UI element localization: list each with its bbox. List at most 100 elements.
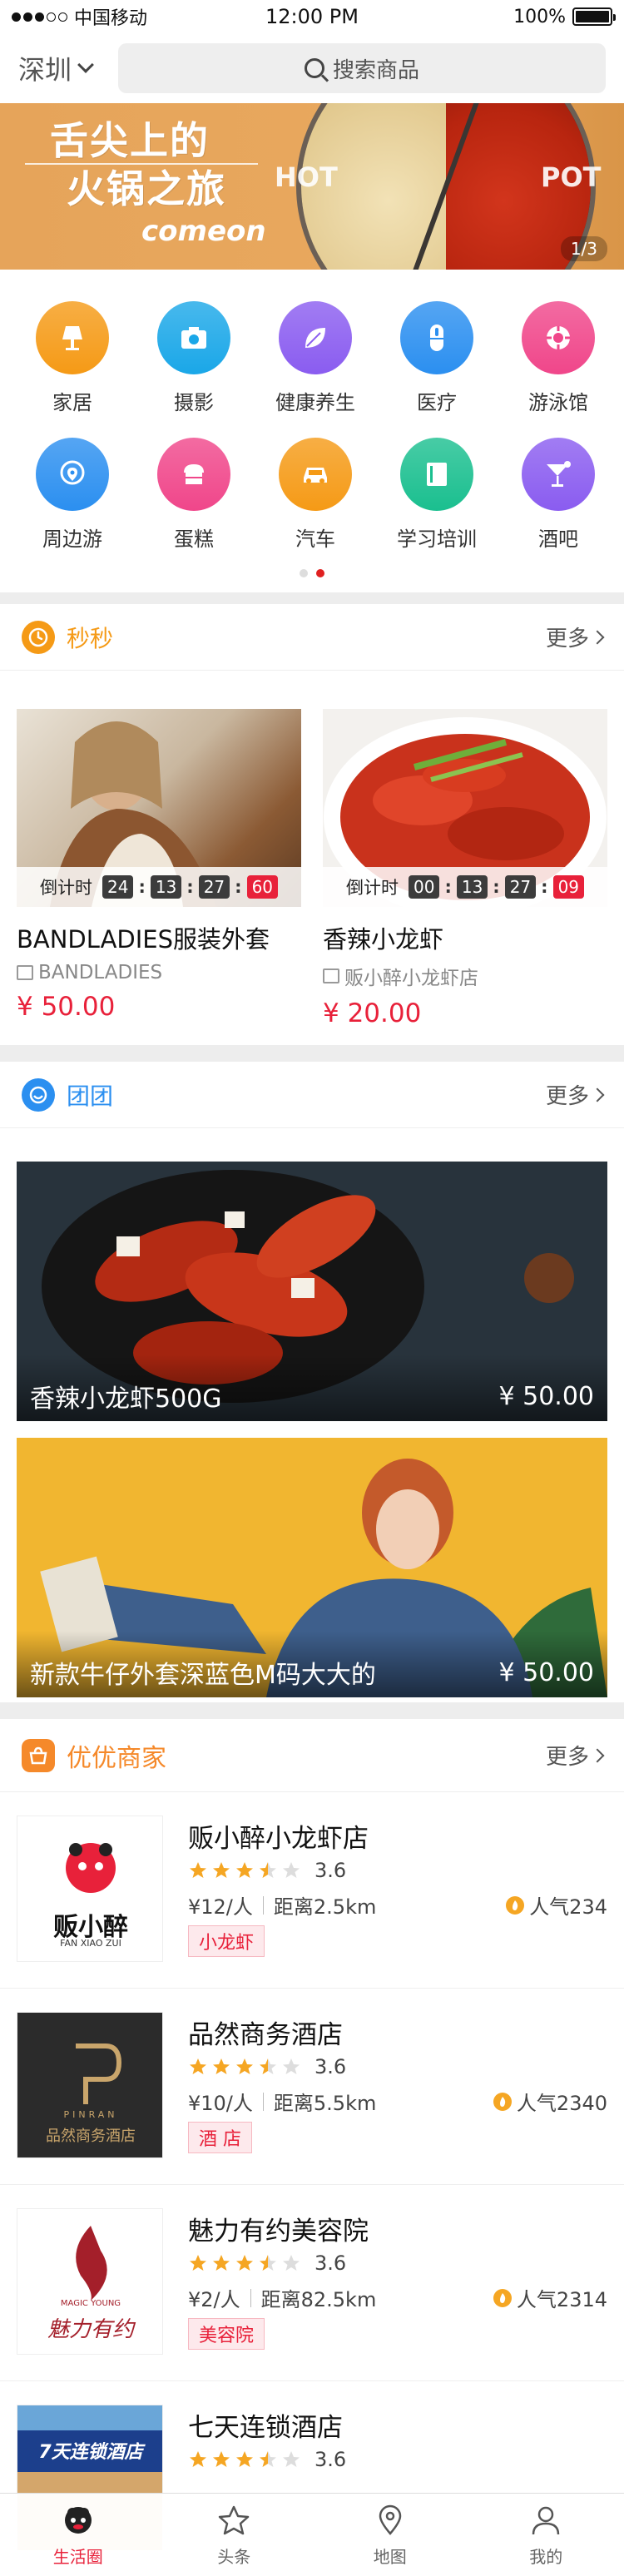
shop-name: BANDLADIES	[38, 962, 163, 983]
category-tag: 酒 店	[188, 2122, 252, 2153]
search-input[interactable]: 搜索商品	[118, 43, 606, 93]
status-time: 12:00 PM	[265, 5, 359, 28]
fire-icon	[493, 2288, 512, 2307]
more-label: 更多	[545, 1084, 589, 1109]
tab-label: 生活圈	[52, 2547, 103, 2567]
banner-en-right: POT	[541, 161, 602, 193]
book-icon	[400, 438, 473, 511]
car-icon	[279, 438, 352, 511]
tab-life-circle[interactable]: 生活圈	[0, 2494, 156, 2576]
popularity-count: 人气234	[529, 1895, 607, 1919]
merchants-section: 优优商家 更多 贩小醉 FAN XIAO ZUI 贩小醉小龙虾店 3.6 ¥12/人 距离…	[0, 1719, 624, 2576]
category-leaf[interactable]: 健康养生	[253, 301, 378, 434]
avg-price: ¥10/人	[188, 2092, 253, 2115]
sale-card[interactable]: 倒计时 00: 13: 27: 09 香辣小龙虾 贩小醉小龙虾店 ¥ 20.00	[323, 709, 607, 1028]
tab-map[interactable]: 地图	[312, 2494, 468, 2576]
merchant-name: 魅力有约美容院	[188, 2217, 369, 2247]
rating-stars: 3.6	[188, 1859, 346, 1882]
cake-icon	[157, 438, 230, 511]
category-cake[interactable]: 蛋糕	[131, 438, 256, 571]
group-buy-card[interactable]: 新款牛仔外套深蓝色M码大大的 ¥ 50.00	[17, 1438, 607, 1697]
category-label: 蛋糕	[174, 528, 214, 551]
signal-icon	[12, 12, 67, 22]
distance: 距离82.5km	[260, 2288, 377, 2311]
logo-text: 7天连锁酒店	[38, 2442, 143, 2463]
merchant-card[interactable]: 贩小醉 FAN XIAO ZUI 贩小醉小龙虾店 3.6 ¥12/人 距离2.5km 人气2…	[0, 1792, 624, 1989]
merchant-card[interactable]: MAGIC YOUNG 魅力有约 魅力有约美容院 3.6 ¥2/人 距离82.5km 人气2…	[0, 2185, 624, 2381]
category-tag: 美容院	[188, 2318, 265, 2350]
banner-page-counter: 1/3	[560, 236, 607, 261]
logo-text: 品然商务酒店	[46, 2128, 136, 2145]
group-item-price: ¥ 50.00	[498, 1657, 594, 1687]
city-selector[interactable]: 深圳	[18, 49, 118, 87]
rating-stars: 3.6	[188, 2055, 346, 2078]
rating-value: 3.6	[314, 2252, 347, 2275]
chevron-down-icon	[77, 57, 94, 73]
countdown-label: 倒计时	[345, 878, 399, 898]
tab-profile[interactable]: 我的	[468, 2494, 624, 2576]
popularity-count: 人气2340	[516, 2092, 607, 2115]
battery-icon	[572, 7, 616, 26]
distance: 距离5.5km	[273, 2092, 377, 2115]
countdown-minutes: 13	[150, 875, 182, 899]
promo-banner[interactable]: 舌尖上的 火锅之旅 comeon HOT POT 1/3	[0, 103, 624, 270]
star-icon	[215, 2502, 252, 2539]
more-label: 更多	[545, 627, 589, 651]
merchant-info: ¥10/人 距离5.5km	[188, 2087, 376, 2116]
category-lifebuoy[interactable]: 游泳馆	[496, 301, 621, 434]
category-pill[interactable]: 医疗	[374, 301, 499, 434]
location-icon	[36, 438, 109, 511]
status-bar: 中国移动 12:00 PM 100%	[0, 0, 624, 33]
leaf-icon	[279, 301, 352, 374]
merchant-name: 贩小醉小龙虾店	[188, 1824, 369, 1854]
search-icon	[304, 58, 324, 78]
countdown-hours: 00	[408, 875, 440, 899]
pill-icon	[400, 301, 473, 374]
product-image: 倒计时 24: 13: 27: 60	[17, 709, 301, 907]
shop-name: 贩小醉小龙虾店	[344, 968, 478, 989]
popularity: 人气2314	[493, 2283, 607, 2312]
merchant-card[interactable]: PINRAN 品然商务酒店 品然商务酒店 3.6 ¥10/人 距离5.5km 人气2340 酒…	[0, 1989, 624, 2185]
rating-value: 3.6	[314, 2448, 347, 2471]
pager-dots	[0, 569, 624, 577]
group-item-name: 香辣小龙虾500G	[30, 1385, 222, 1414]
product-name: 香辣小龙虾	[323, 925, 444, 954]
category-label: 医疗	[417, 391, 457, 414]
category-label: 游泳馆	[528, 391, 588, 414]
merchant-logo: PINRAN 品然商务酒店	[17, 2012, 163, 2158]
logo-sub: FAN XIAO ZUI	[60, 1938, 121, 1949]
tab-headlines[interactable]: 头条	[156, 2494, 313, 2576]
map-pin-icon	[372, 2502, 409, 2539]
countdown-seconds: 27	[504, 875, 537, 899]
product-name: BANDLADIES服装外套	[17, 925, 270, 954]
search-header: 深圳 搜索商品	[0, 33, 624, 103]
merchant-logo: 贩小醉 FAN XIAO ZUI	[17, 1816, 163, 1962]
group-buy-title: 团团	[67, 1082, 114, 1110]
flash-sale-more-link[interactable]: 更多	[545, 622, 605, 652]
countdown-label: 倒计时	[39, 878, 92, 898]
banner-en-left: HOT	[275, 161, 338, 193]
countdown-ms: 09	[552, 875, 585, 899]
countdown-seconds: 27	[198, 875, 230, 899]
category-book[interactable]: 学习培训	[374, 438, 499, 571]
tab-label: 头条	[217, 2547, 251, 2567]
category-camera[interactable]: 摄影	[131, 301, 256, 434]
group-buy-card[interactable]: 香辣小龙虾500G ¥ 50.00	[17, 1162, 607, 1421]
category-lamp[interactable]: 家居	[10, 301, 135, 434]
logo-text: 魅力有约	[47, 2317, 134, 2342]
category-cocktail[interactable]: 酒吧	[496, 438, 621, 571]
category-grid: 家居 摄影 健康养生 医疗 游泳馆周边游 蛋糕 汽车 学习培训 酒吧	[0, 270, 624, 592]
category-label: 酒吧	[538, 528, 578, 551]
sale-card[interactable]: 倒计时 24: 13: 27: 60 BANDLADIES服装外套 BANDLA…	[17, 709, 301, 1022]
city-label: 深圳	[18, 54, 72, 86]
merchant-info: ¥2/人 距离82.5km	[188, 2283, 376, 2312]
fire-icon	[506, 1895, 525, 1915]
group-buy-more-link[interactable]: 更多	[545, 1079, 605, 1110]
category-car[interactable]: 汽车	[253, 438, 378, 571]
life-circle-icon	[60, 2502, 97, 2539]
merchants-more-link[interactable]: 更多	[546, 1740, 605, 1771]
countdown-timer: 倒计时 24: 13: 27: 60	[17, 867, 301, 907]
category-location[interactable]: 周边游	[10, 438, 135, 571]
banner-title: 舌尖上的 火锅之旅	[50, 116, 226, 213]
rating-value: 3.6	[314, 1859, 347, 1882]
